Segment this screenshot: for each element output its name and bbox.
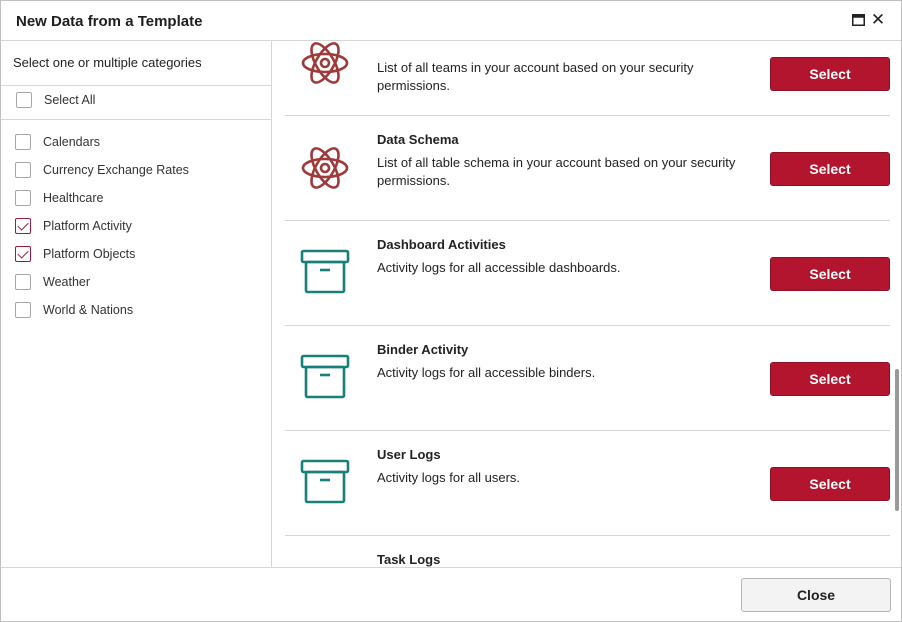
close-icon[interactable]: ✕ bbox=[870, 11, 886, 28]
select-button[interactable]: Select bbox=[770, 152, 890, 186]
category-checkbox-platform-objects[interactable]: Platform Objects bbox=[15, 245, 135, 263]
template-list[interactable]: List of all teams in your account based … bbox=[273, 41, 901, 567]
divider bbox=[1, 119, 271, 120]
dialog-footer: Close bbox=[1, 567, 901, 621]
scrollbar-thumb[interactable] bbox=[895, 369, 899, 511]
template-item-task-logs: Task Logs bbox=[285, 536, 890, 567]
dialog-title: New Data from a Template bbox=[16, 13, 203, 30]
category-checkbox-platform-activity[interactable]: Platform Activity bbox=[15, 217, 132, 235]
atom-icon bbox=[301, 147, 349, 189]
template-item: List of all teams in your account based … bbox=[285, 41, 890, 116]
category-checkbox-world-nations[interactable]: World & Nations bbox=[15, 301, 133, 319]
template-item-binder-activity: Binder Activity Activity logs for all ac… bbox=[285, 326, 890, 431]
template-description: List of all teams in your account based … bbox=[377, 60, 694, 93]
checkbox-box[interactable] bbox=[15, 302, 31, 318]
archive-box-icon bbox=[300, 354, 350, 399]
checkbox-box[interactable] bbox=[15, 162, 31, 178]
maximize-icon[interactable] bbox=[850, 12, 866, 28]
title-bar: New Data from a Template ✕ bbox=[1, 1, 901, 41]
checkbox-box[interactable] bbox=[15, 190, 31, 206]
archive-box-icon bbox=[300, 249, 350, 294]
category-checkbox-weather[interactable]: Weather bbox=[15, 273, 90, 291]
checkbox-label: World & Nations bbox=[43, 303, 134, 317]
checkbox-box-checked[interactable] bbox=[15, 246, 31, 262]
select-button[interactable]: Select bbox=[770, 257, 890, 291]
template-description: Activity logs for all accessible dashboa… bbox=[377, 260, 621, 275]
checkbox-box-checked[interactable] bbox=[15, 218, 31, 234]
category-checkbox-healthcare[interactable]: Healthcare bbox=[15, 189, 103, 207]
category-checkbox-currency-exchange-rates[interactable]: Currency Exchange Rates bbox=[15, 161, 189, 179]
template-name: Data Schema bbox=[377, 132, 459, 147]
template-description: Activity logs for all users. bbox=[377, 470, 521, 485]
template-item-user-logs: User Logs Activity logs for all users. S… bbox=[285, 431, 890, 536]
category-sidebar: Select one or multiple categories Select… bbox=[1, 41, 272, 567]
select-button[interactable]: Select bbox=[770, 362, 890, 396]
archive-box-icon bbox=[300, 459, 350, 504]
checkbox-label: Calendars bbox=[43, 135, 100, 149]
select-button[interactable]: Select bbox=[770, 57, 890, 91]
template-name: Binder Activity bbox=[377, 342, 469, 357]
template-name: Dashboard Activities bbox=[377, 237, 506, 252]
sidebar-title: Select one or multiple categories bbox=[13, 55, 202, 70]
checkbox-label: Weather bbox=[43, 275, 91, 289]
template-description: List of all table schema in your account… bbox=[377, 155, 736, 188]
template-dialog: New Data from a Template ✕ Select one or… bbox=[0, 0, 902, 622]
select-all-checkbox[interactable]: Select All bbox=[16, 91, 95, 109]
template-name: User Logs bbox=[377, 447, 441, 462]
checkbox-label: Healthcare bbox=[43, 191, 104, 205]
divider bbox=[1, 85, 271, 86]
close-button[interactable]: Close bbox=[741, 578, 891, 612]
checkbox-label: Select All bbox=[44, 93, 96, 107]
checkbox-label: Platform Objects bbox=[43, 247, 136, 261]
category-checkbox-calendars[interactable]: Calendars bbox=[15, 133, 100, 151]
select-button[interactable]: Select bbox=[770, 467, 890, 501]
template-item-dashboard-activities: Dashboard Activities Activity logs for a… bbox=[285, 221, 890, 326]
checkbox-box[interactable] bbox=[15, 134, 31, 150]
checkbox-label: Currency Exchange Rates bbox=[43, 163, 189, 177]
template-description: Activity logs for all accessible binders… bbox=[377, 365, 596, 380]
checkbox-box[interactable] bbox=[15, 274, 31, 290]
checkbox-label: Platform Activity bbox=[43, 219, 132, 233]
template-item-data-schema: Data Schema List of all table schema in … bbox=[285, 116, 890, 221]
atom-icon bbox=[301, 42, 349, 84]
template-name: Task Logs bbox=[377, 552, 441, 567]
checkbox-box[interactable] bbox=[16, 92, 32, 108]
